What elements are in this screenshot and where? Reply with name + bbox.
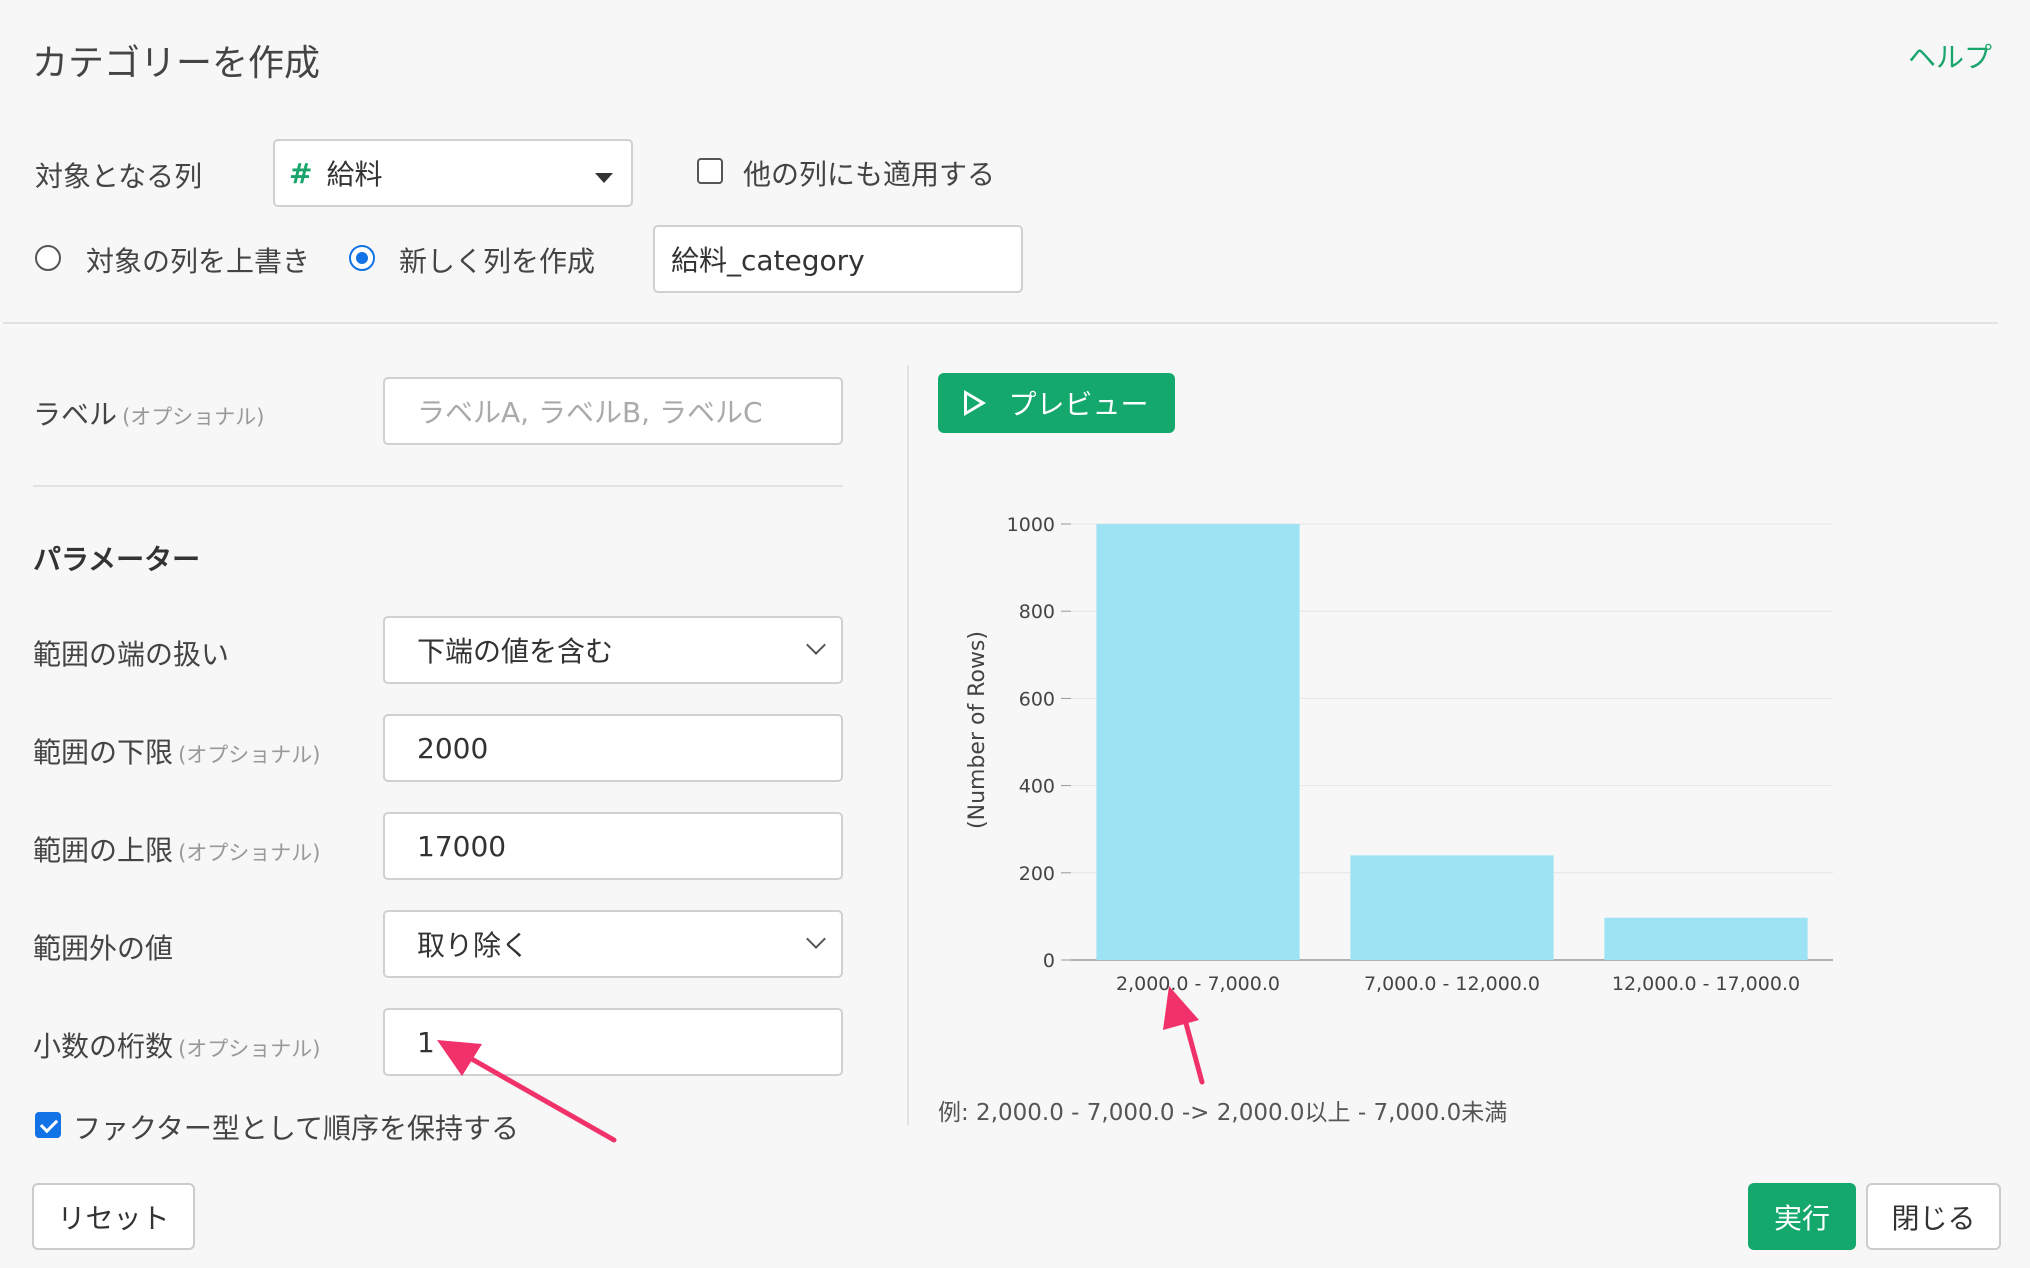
numeric-type-icon: # bbox=[289, 156, 313, 190]
lower-bound-label: 範囲の下限 (オプショナル) bbox=[33, 736, 321, 769]
close-button[interactable]: 閉じる bbox=[1866, 1183, 2001, 1250]
bar bbox=[1350, 855, 1554, 960]
parameters-heading: パラメーター bbox=[33, 543, 201, 576]
y-tick-label: 200 bbox=[1019, 863, 1055, 885]
target-column-value: 給料 bbox=[326, 158, 383, 191]
outside-values-select[interactable]: 取り除く bbox=[383, 910, 843, 978]
target-column-label: 対象となる列 bbox=[35, 160, 203, 193]
play-icon bbox=[964, 390, 987, 416]
bar bbox=[1604, 917, 1808, 960]
y-tick-label: 400 bbox=[1019, 776, 1055, 798]
caret-down-icon bbox=[595, 173, 613, 183]
apply-other-columns-label: 他の列にも適用する bbox=[743, 158, 996, 191]
new-column-name-input[interactable]: 給料_category bbox=[653, 225, 1023, 293]
preview-button[interactable]: プレビュー bbox=[938, 373, 1175, 433]
bar-chart: 0 200 400 600 800 1000 2,000.0 - 7,000.0 7,000.… bbox=[965, 514, 1833, 995]
upper-bound-input[interactable]: 17000 bbox=[383, 812, 843, 880]
target-column-select[interactable]: # 給料 bbox=[273, 139, 633, 207]
y-tick-label: 600 bbox=[1019, 688, 1055, 710]
upper-bound-label: 範囲の上限 (オプショナル) bbox=[33, 834, 321, 867]
decimal-digits-label: 小数の桁数 (オプショナル) bbox=[33, 1030, 321, 1063]
upper-bound-value: 17000 bbox=[417, 829, 507, 863]
label-divider bbox=[33, 485, 843, 487]
reset-button[interactable]: リセット bbox=[32, 1183, 195, 1250]
outside-values-label: 範囲外の値 bbox=[33, 932, 174, 965]
edge-handling-select[interactable]: 下端の値を含む bbox=[383, 616, 843, 684]
label-input[interactable]: ラベルA, ラベルB, ラベルC bbox=[383, 377, 843, 445]
y-tick-label: 800 bbox=[1019, 601, 1055, 623]
bar bbox=[1096, 524, 1300, 960]
y-tick-label: 0 bbox=[1043, 950, 1055, 972]
label-input-placeholder: ラベルA, ラベルB, ラベルC bbox=[417, 396, 763, 429]
arrow-to-category-line bbox=[1178, 1002, 1205, 1085]
preview-button-label: プレビュー bbox=[1008, 388, 1149, 421]
overwrite-label: 対象の列を上書き bbox=[86, 245, 311, 278]
new-column-label: 新しく列を作成 bbox=[399, 245, 596, 278]
edge-handling-value: 下端の値を含む bbox=[417, 635, 614, 668]
chart-bars bbox=[1096, 524, 1808, 960]
dialog-title: カテゴリーを作成 bbox=[32, 43, 321, 84]
chevron-down-icon bbox=[806, 635, 826, 655]
new-column-radio[interactable] bbox=[349, 245, 375, 271]
label-field-label: ラベル (オプショナル) bbox=[33, 398, 265, 431]
lower-bound-input[interactable]: 2000 bbox=[383, 714, 843, 782]
help-link[interactable]: ヘルプ bbox=[1908, 36, 1992, 76]
x-tick-label: 7,000.0 - 12,000.0 bbox=[1364, 973, 1540, 995]
y-tick-label: 1000 bbox=[1007, 514, 1055, 536]
decimal-digits-input[interactable]: 1 bbox=[383, 1008, 843, 1076]
edge-handling-label: 範囲の端の扱い bbox=[33, 638, 230, 671]
overwrite-radio[interactable] bbox=[35, 245, 61, 271]
decimal-digits-value: 1 bbox=[417, 1025, 435, 1059]
keep-factor-order-label: ファクター型として順序を保持する bbox=[73, 1112, 520, 1145]
column-divider bbox=[907, 365, 909, 1125]
apply-other-columns-checkbox[interactable] bbox=[697, 158, 723, 184]
outside-values-value: 取り除く bbox=[417, 929, 530, 962]
header-divider bbox=[3, 322, 1998, 324]
run-button[interactable]: 実行 bbox=[1748, 1183, 1856, 1250]
example-note: 例: 2,000.0 - 7,000.0 -> 2,000.0以上 - 7,00… bbox=[938, 1100, 1508, 1126]
y-axis-label: (Number of Rows) bbox=[965, 631, 990, 829]
x-tick-label: 12,000.0 - 17,000.0 bbox=[1612, 973, 1800, 995]
keep-factor-order-checkbox[interactable] bbox=[35, 1112, 61, 1138]
new-column-name-value: 給料_category bbox=[671, 244, 865, 277]
x-tick-label: 2,000.0 - 7,000.0 bbox=[1116, 973, 1280, 995]
chevron-down-icon bbox=[806, 929, 826, 949]
lower-bound-value: 2000 bbox=[417, 731, 489, 765]
